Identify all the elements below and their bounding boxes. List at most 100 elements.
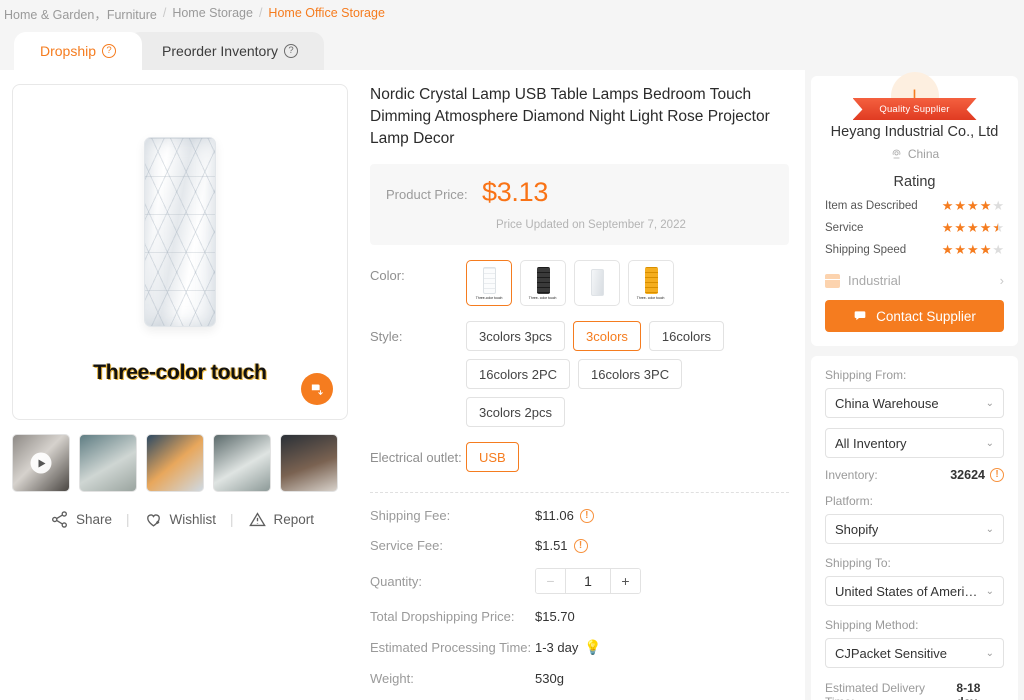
style-option-3[interactable]: 16colors 2PC [466, 359, 571, 390]
color-swatch-0[interactable]: Three-color touch [466, 260, 512, 307]
share-icon [51, 511, 67, 528]
rating-label: Shipping Speed [825, 243, 907, 256]
tab-preorder-inventory-label: Preorder Inventory [162, 43, 278, 59]
help-icon[interactable]: ? [283, 44, 298, 58]
shipping-from-select[interactable]: China Warehouse ⌄ [825, 388, 1004, 418]
download-image-icon[interactable] [301, 373, 333, 405]
option-row-electrical-outlet: Electrical outlet: USB [370, 442, 789, 473]
product-info: Nordic Crystal Lamp USB Table Lamps Bedr… [352, 84, 793, 700]
style-option-4[interactable]: 16colors 3PC [578, 359, 683, 390]
warning-triangle-icon [248, 512, 266, 527]
rating-stars: ★ ★ ★ ★ ★ [941, 242, 1004, 257]
price-updated-text: Price Updated on September 7, 2022 [496, 219, 686, 232]
platform-select[interactable]: Shopify ⌄ [825, 514, 1004, 544]
breadcrumb-item-2[interactable]: Home Office Storage [268, 6, 385, 20]
platform-label: Platform: [825, 494, 874, 508]
estimated-delivery-label: Estimated Delivery Time: [825, 681, 926, 700]
chevron-right-icon: › [999, 273, 1004, 288]
shipping-to-select[interactable]: United States of America (the) ⌄ [825, 576, 1004, 606]
inventory-label: Inventory: [825, 468, 878, 482]
thumbnail-5[interactable] [280, 434, 338, 492]
thumbnail-3[interactable] [146, 434, 204, 492]
style-option-2[interactable]: 16colors [648, 321, 725, 352]
chevron-down-icon: ⌄ [985, 437, 994, 449]
breadcrumb-item-1[interactable]: Home Storage [172, 6, 253, 20]
quantity-input[interactable]: 1 [566, 569, 610, 594]
gallery-actions: Share | Wishlist | Report [12, 510, 352, 529]
supplier-store-link[interactable]: Industrial › [825, 271, 1004, 288]
main-content: Three-color touch Share | Wishlist | Rep… [0, 70, 805, 700]
color-swatch-2[interactable] [574, 260, 620, 307]
supplier-country: China [907, 147, 940, 161]
detail-value: $15.70 [535, 609, 575, 625]
option-row-color: Color: Three-color touch Three- color to… [370, 260, 789, 307]
thumbnail-2[interactable] [79, 434, 137, 492]
rating-stars: ★ ★ ★ ★ ★ [941, 198, 1004, 213]
rating-label: Service [825, 221, 864, 234]
detail-label: Estimated Processing Time: [370, 640, 532, 656]
tab-dropship[interactable]: Dropship ? [14, 32, 143, 70]
quantity-stepper[interactable]: − 1 + [535, 568, 641, 595]
style-option-0[interactable]: 3colors 3pcs [466, 321, 565, 352]
section-divider [370, 492, 789, 494]
option-label-style: Style: [370, 329, 403, 345]
style-option-1[interactable]: 3colors [572, 321, 641, 352]
info-icon[interactable]: ! [990, 468, 1004, 482]
supplier-avatar-wrap: I Quality Supplier [825, 72, 1004, 120]
color-swatch-1-caption: Three- color touch [529, 296, 557, 300]
detail-row-shipping-fee: Shipping Fee: $11.06! [370, 508, 789, 523]
estimated-delivery-value: 8-18 day [956, 681, 981, 700]
supplier-location: China [825, 147, 1004, 161]
shipping-to-label: Shipping To: [825, 556, 891, 570]
quality-supplier-badge: Quality Supplier [852, 98, 977, 120]
lightbulb-icon[interactable]: 💡 [584, 639, 601, 656]
chevron-down-icon: ⌄ [985, 585, 994, 597]
product-price: $3.13 [482, 177, 549, 208]
detail-row-service-fee: Service Fee: $1.51! [370, 538, 789, 553]
share-button[interactable]: Share [50, 510, 112, 529]
color-swatch-3[interactable]: Three- color touch [628, 260, 674, 307]
breadcrumb-item-0[interactable]: Home & Garden，Furniture [4, 4, 157, 23]
breadcrumb-separator: / [162, 6, 167, 20]
detail-label: Weight: [370, 671, 414, 687]
chevron-down-icon: ⌄ [985, 397, 994, 409]
product-title: Nordic Crystal Lamp USB Table Lamps Bedr… [370, 86, 770, 148]
wishlist-button[interactable]: Wishlist [144, 510, 216, 529]
report-button[interactable]: Report [248, 510, 314, 529]
detail-row-weight: Weight: 530g [370, 671, 789, 686]
share-label: Share [75, 512, 112, 527]
detail-value: 530g [535, 671, 564, 687]
electrical-outlet-option-0[interactable]: USB [466, 442, 519, 473]
style-option-5[interactable]: 3colors 2pcs [466, 397, 565, 428]
price-label: Product Price: [386, 187, 468, 203]
contact-supplier-button[interactable]: Contact Supplier [825, 300, 1004, 332]
detail-label: Service Fee: [370, 538, 443, 554]
detail-row-total-price: Total Dropshipping Price: $15.70 [370, 609, 789, 624]
detail-row-quantity: Quantity: − 1 + [370, 568, 789, 595]
store-icon [825, 273, 840, 288]
info-icon[interactable]: ! [573, 538, 588, 553]
action-divider: | [125, 512, 130, 527]
option-row-style: Style: 3colors 3pcs 3colors 16colors 16c… [370, 321, 789, 428]
platform-value: Shopify [835, 521, 879, 537]
product-gallery: Three-color touch Share | Wishlist | Rep… [12, 84, 352, 700]
rating-row-shipping-speed: Shipping Speed ★ ★ ★ ★ ★ [825, 243, 1004, 256]
play-icon[interactable] [30, 452, 52, 474]
detail-value: $1.51 [535, 538, 568, 554]
quantity-increment-button[interactable]: + [610, 569, 640, 594]
help-icon[interactable]: ? [102, 44, 117, 58]
tab-preorder-inventory[interactable]: Preorder Inventory ? [128, 32, 324, 70]
tab-dropship-label: Dropship [40, 43, 97, 59]
shipping-method-select[interactable]: CJPacket Sensitive ⌄ [825, 638, 1004, 668]
thumbnail-4[interactable] [213, 434, 271, 492]
color-swatch-1[interactable]: Three- color touch [520, 260, 566, 307]
quantity-decrement-button[interactable]: − [536, 569, 566, 594]
main-product-image[interactable]: Three-color touch [12, 84, 348, 420]
supplier-name[interactable]: Heyang Industrial Co., Ltd [825, 124, 1004, 140]
estimated-delivery-row: Estimated Delivery Time: 8-18 day [825, 681, 1004, 700]
inventory-select[interactable]: All Inventory ⌄ [825, 428, 1004, 458]
info-icon[interactable]: ! [579, 508, 594, 523]
detail-label: Total Dropshipping Price: [370, 609, 515, 625]
thumbnail-video[interactable] [12, 434, 70, 492]
detail-value: 1-3 day [535, 640, 579, 656]
